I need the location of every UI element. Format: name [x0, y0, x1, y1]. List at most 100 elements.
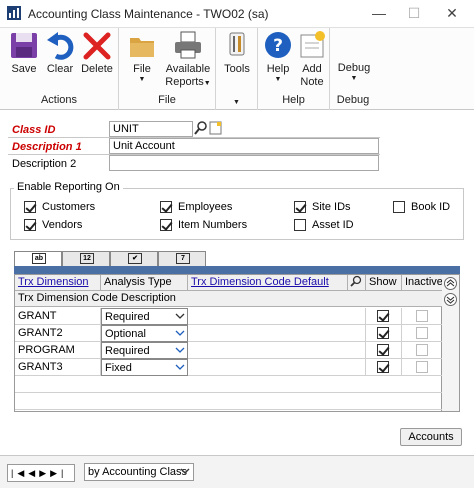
ribbon-group-file: File ▼ Available Reports▼ File — [119, 28, 216, 110]
employees-label: Employees — [178, 201, 233, 213]
ribbon-group-help: ? Help ▼ Add Note Help — [258, 28, 330, 110]
tools-icon — [229, 32, 245, 56]
inactive-checkbox[interactable] — [416, 310, 428, 322]
table-row-empty[interactable] — [15, 393, 443, 410]
analysis-type-dropdown[interactable]: Required — [101, 308, 188, 325]
tab-date[interactable]: 7 — [158, 251, 206, 266]
sort-by-select[interactable]: by Accounting Class — [84, 463, 194, 481]
table-row-show — [366, 342, 402, 359]
analysis-type-dropdown[interactable]: Required — [101, 342, 188, 359]
col-code-default[interactable]: Trx Dimension Code Default — [188, 275, 348, 291]
file-menu-button[interactable]: File ▼ — [125, 30, 159, 84]
table-row-code-default[interactable] — [188, 342, 366, 359]
description2-label: Description 2 — [12, 158, 77, 170]
analysis-type-dropdown[interactable]: Fixed — [101, 359, 188, 376]
table-row-dimension[interactable]: PROGRAM — [15, 342, 101, 359]
record-navigation[interactable]: |◀◀▶▶| — [7, 464, 75, 482]
previous-record-icon[interactable]: ◀ — [28, 468, 39, 478]
show-checkbox[interactable] — [377, 327, 389, 339]
employees-checkbox[interactable] — [160, 201, 172, 213]
divider — [8, 137, 380, 138]
inactive-checkbox[interactable] — [416, 361, 428, 373]
title-bar: Accounting Class Maintenance - TWO02 (sa… — [0, 0, 474, 28]
clear-button[interactable]: Clear — [44, 30, 76, 76]
tab-numeric[interactable]: 12 — [62, 251, 110, 266]
chevron-down-icon: ▼ — [138, 76, 146, 83]
maximize-icon[interactable]: ☐ — [402, 4, 426, 22]
save-icon — [11, 33, 37, 58]
description2-field[interactable] — [109, 155, 379, 171]
tab-ab-text[interactable]: ab — [14, 251, 62, 266]
printer-icon — [175, 31, 201, 59]
ribbon-group-label: Actions — [40, 94, 78, 106]
last-record-icon[interactable]: ▶| — [50, 468, 67, 478]
tab-strip — [14, 266, 460, 274]
chevron-down-icon — [175, 330, 185, 336]
description1-field[interactable]: Unit Account — [109, 138, 379, 154]
close-icon[interactable]: ✕ — [440, 4, 464, 22]
ribbon-group-actions: Save Clear Delete Actions — [0, 28, 119, 110]
show-checkbox[interactable] — [377, 344, 389, 356]
chevron-down-icon: ▼ — [203, 80, 211, 87]
book-id-label: Book ID — [411, 201, 451, 213]
chevron-down-icon[interactable]: ▼ — [216, 99, 257, 106]
expand-up-icon[interactable] — [444, 277, 457, 290]
table-row-inactive — [402, 308, 443, 325]
table-row-code-default[interactable] — [188, 325, 366, 342]
inactive-checkbox[interactable] — [416, 344, 428, 356]
table-row-empty[interactable] — [15, 376, 443, 393]
save-button[interactable]: Save — [6, 30, 42, 76]
ribbon-group-label: Debug — [336, 94, 370, 106]
expand-down-icon[interactable] — [444, 293, 457, 306]
ribbon-group-label: File — [158, 94, 176, 106]
add-note-button[interactable]: Add Note — [296, 30, 328, 89]
table-row-code-default[interactable] — [188, 308, 366, 325]
lookup-icon[interactable] — [194, 121, 208, 135]
date-icon: 7 — [176, 253, 190, 264]
show-checkbox[interactable] — [377, 361, 389, 373]
class-id-field[interactable]: UNIT — [109, 121, 193, 137]
site-ids-label: Site IDs — [312, 201, 351, 213]
reporting-group-title: Enable Reporting On — [14, 181, 123, 193]
customers-checkbox[interactable] — [24, 201, 36, 213]
accounts-button[interactable]: Accounts — [400, 428, 462, 446]
tab-checkbox[interactable]: ✔ — [110, 251, 158, 266]
item-numbers-checkbox[interactable] — [160, 219, 172, 231]
asset-id-checkbox[interactable] — [294, 219, 306, 231]
folder-icon — [130, 38, 154, 57]
divider — [8, 154, 380, 155]
table-row-dimension[interactable]: GRANT — [15, 308, 101, 325]
chevron-down-icon: ▼ — [350, 75, 358, 82]
table-row-dimension[interactable]: GRANT3 — [15, 359, 101, 376]
show-checkbox[interactable] — [377, 310, 389, 322]
chevron-down-icon — [175, 313, 185, 319]
vendors-checkbox[interactable] — [24, 219, 36, 231]
inactive-checkbox[interactable] — [416, 327, 428, 339]
book-id-checkbox[interactable] — [393, 201, 405, 213]
help-button[interactable]: ? Help ▼ — [262, 30, 294, 84]
asset-id-label: Asset ID — [312, 219, 354, 231]
delete-button[interactable]: Delete — [78, 30, 116, 76]
site-ids-checkbox[interactable] — [294, 201, 306, 213]
table-row-dimension[interactable]: GRANT2 — [15, 325, 101, 342]
minimize-icon[interactable]: — — [367, 4, 391, 22]
grid-scrollbar[interactable] — [442, 274, 460, 412]
table-row-code-default[interactable] — [188, 359, 366, 376]
chevron-down-icon — [175, 364, 185, 370]
ribbon-group-tools: Tools ▼ — [216, 28, 258, 110]
note-icon[interactable] — [209, 121, 222, 135]
available-reports-button[interactable]: Available Reports▼ — [161, 30, 215, 90]
numeric-12-icon: 12 — [80, 253, 94, 264]
debug-button[interactable]: Debug ▼ — [334, 62, 374, 83]
lookup-icon[interactable] — [348, 275, 366, 291]
note-icon — [300, 31, 325, 58]
col-trx-dimension[interactable]: Trx Dimension — [15, 275, 101, 291]
ribbon-group-label: Help — [282, 94, 305, 106]
next-record-icon[interactable]: ▶ — [39, 468, 50, 478]
tools-button[interactable]: Tools — [220, 30, 254, 76]
col-inactive: Inactive — [402, 275, 443, 291]
analysis-type-dropdown[interactable]: Optional — [101, 325, 188, 342]
first-record-icon[interactable]: |◀ — [11, 468, 28, 478]
window-title: Accounting Class Maintenance - TWO02 (sa… — [28, 7, 269, 21]
app-icon — [7, 6, 21, 20]
